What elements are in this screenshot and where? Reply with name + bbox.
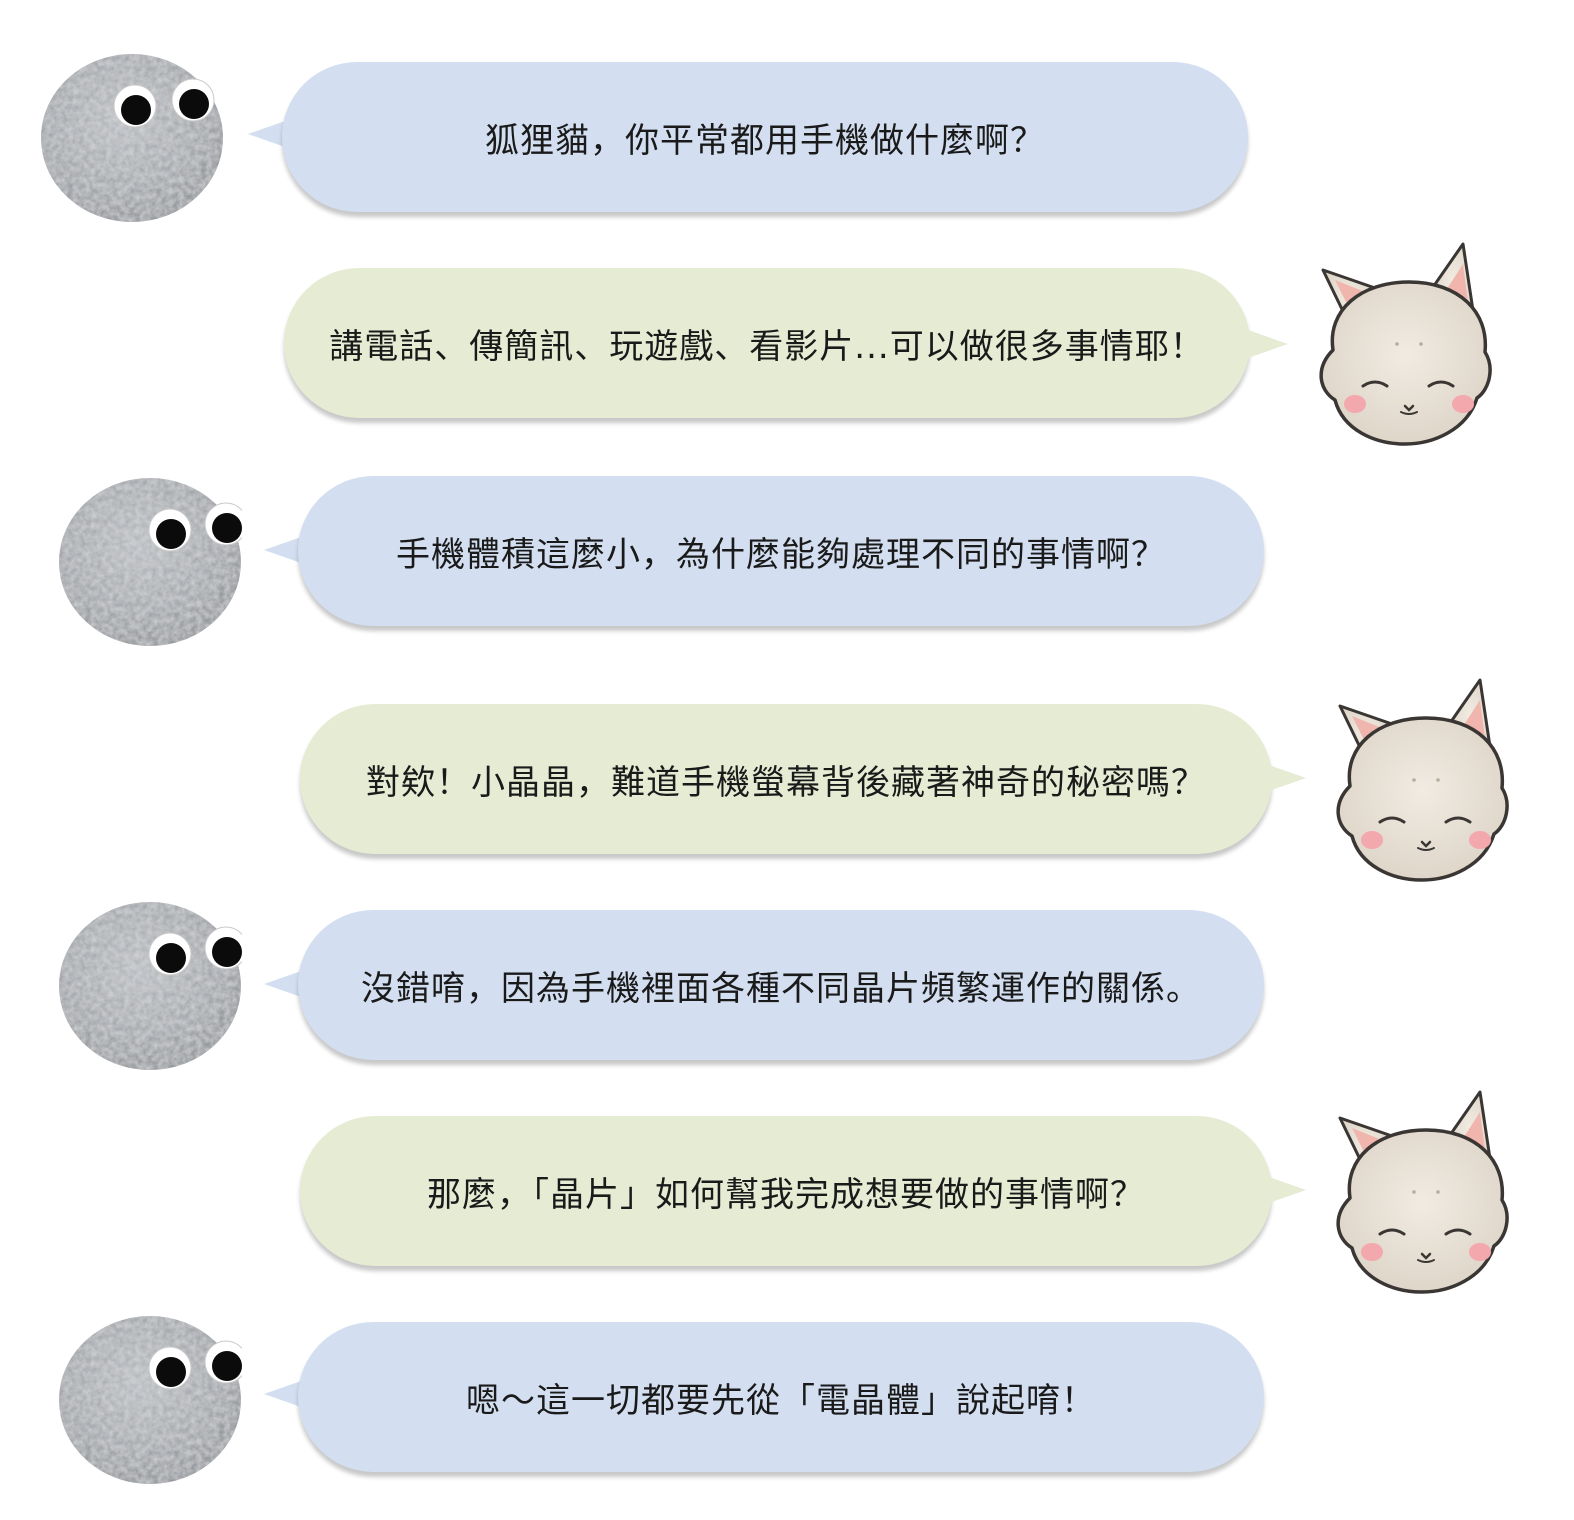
rock-avatar-icon (59, 902, 242, 1070)
rock-message-bubble: 沒錯唷，因為手機裡面各種不同晶片頻繁運作的關係。 (298, 910, 1264, 1060)
cat-avatar-icon (1336, 678, 1509, 882)
message-text: 那麼，「晶片」如何幫我完成想要做的事情啊？ (427, 1174, 1145, 1215)
rock-message-bubble: 手機體積這麼小，為什麼能夠處理不同的事情啊？ (298, 476, 1264, 626)
cat-message-bubble: 那麼，「晶片」如何幫我完成想要做的事情啊？ (300, 1116, 1272, 1266)
rock-avatar-icon (59, 1316, 242, 1484)
cat-avatar-icon (1336, 1090, 1509, 1294)
message-text: 講電話、傳簡訊、玩遊戲、看影片...可以做很多事情耶！ (329, 326, 1205, 367)
message-text: 對欸！小晶晶，難道手機螢幕背後藏著神奇的秘密嗎？ (366, 762, 1206, 803)
message-text: 嗯～這一切都要先從「電晶體」說起唷！ (466, 1380, 1096, 1421)
bubble-tail (1266, 1176, 1306, 1204)
cat-message-bubble: 講電話、傳簡訊、玩遊戲、看影片...可以做很多事情耶！ (284, 268, 1250, 418)
message-text: 手機體積這麼小，為什麼能夠處理不同的事情啊？ (396, 534, 1166, 575)
rock-avatar-icon (59, 478, 242, 646)
rock-message-bubble: 嗯～這一切都要先從「電晶體」說起唷！ (298, 1322, 1264, 1472)
message-text: 狐狸貓，你平常都用手機做什麼啊？ (485, 120, 1045, 161)
message-text: 沒錯唷，因為手機裡面各種不同晶片頻繁運作的關係。 (361, 968, 1201, 1009)
rock-avatar-icon (41, 54, 223, 222)
bubble-tail (1266, 764, 1306, 792)
cat-avatar-icon (1319, 242, 1492, 446)
bubble-tail (1248, 330, 1288, 358)
chat-scene: 狐狸貓，你平常都用手機做什麼啊？ 講電話、傳簡訊、玩遊戲、看影片...可以做很多… (0, 0, 1574, 1520)
rock-message-bubble: 狐狸貓，你平常都用手機做什麼啊？ (282, 62, 1248, 212)
cat-message-bubble: 對欸！小晶晶，難道手機螢幕背後藏著神奇的秘密嗎？ (300, 704, 1272, 854)
